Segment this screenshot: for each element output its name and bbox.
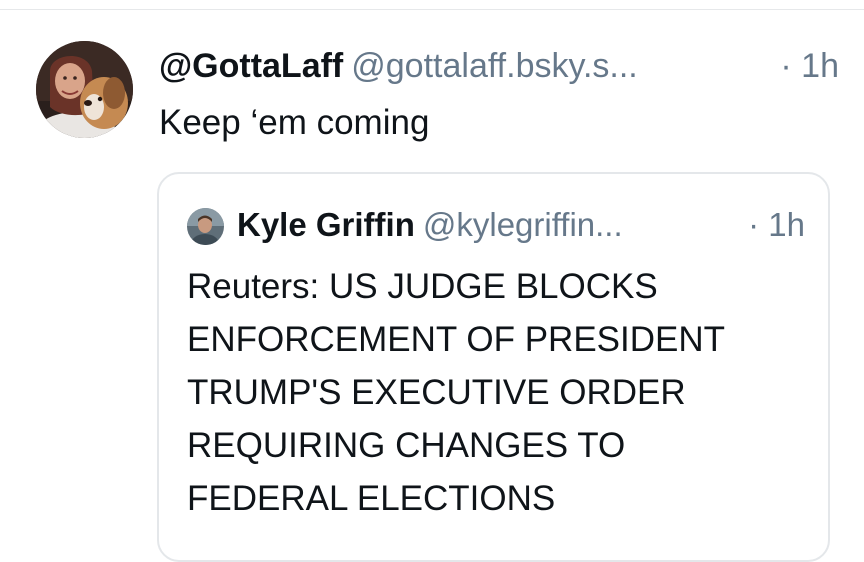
author-handle[interactable]: @gottalaff.bsky.s... [351, 47, 638, 85]
quoted-avatar-image [187, 208, 224, 245]
quoted-post-header: Kyle Griffin @kylegriffin... · 1h [237, 203, 805, 247]
post-text: Keep ‘em coming [159, 103, 430, 142]
quoted-author-display-name[interactable]: Kyle Griffin [237, 206, 415, 243]
quoted-post-card[interactable]: Kyle Griffin @kylegriffin... · 1h Reuters… [157, 172, 830, 562]
quoted-post-timestamp[interactable]: · 1h [748, 203, 805, 247]
post-header: @GottaLaff @gottalaff.bsky.s... · 1h [159, 44, 839, 88]
quoted-post-text: Reuters: US JUDGE BLOCKS ENFORCEMENT OF … [187, 267, 726, 518]
avatar[interactable] [36, 41, 133, 138]
quoted-author-avatar [187, 208, 224, 245]
avatar-image [36, 41, 133, 138]
post-timestamp[interactable]: · 1h [780, 44, 839, 88]
author-display-name[interactable]: @GottaLaff [159, 47, 343, 85]
quoted-author-handle[interactable]: @kylegriffin... [423, 206, 623, 243]
post: @GottaLaff @gottalaff.bsky.s... · 1h Keep… [0, 0, 864, 562]
